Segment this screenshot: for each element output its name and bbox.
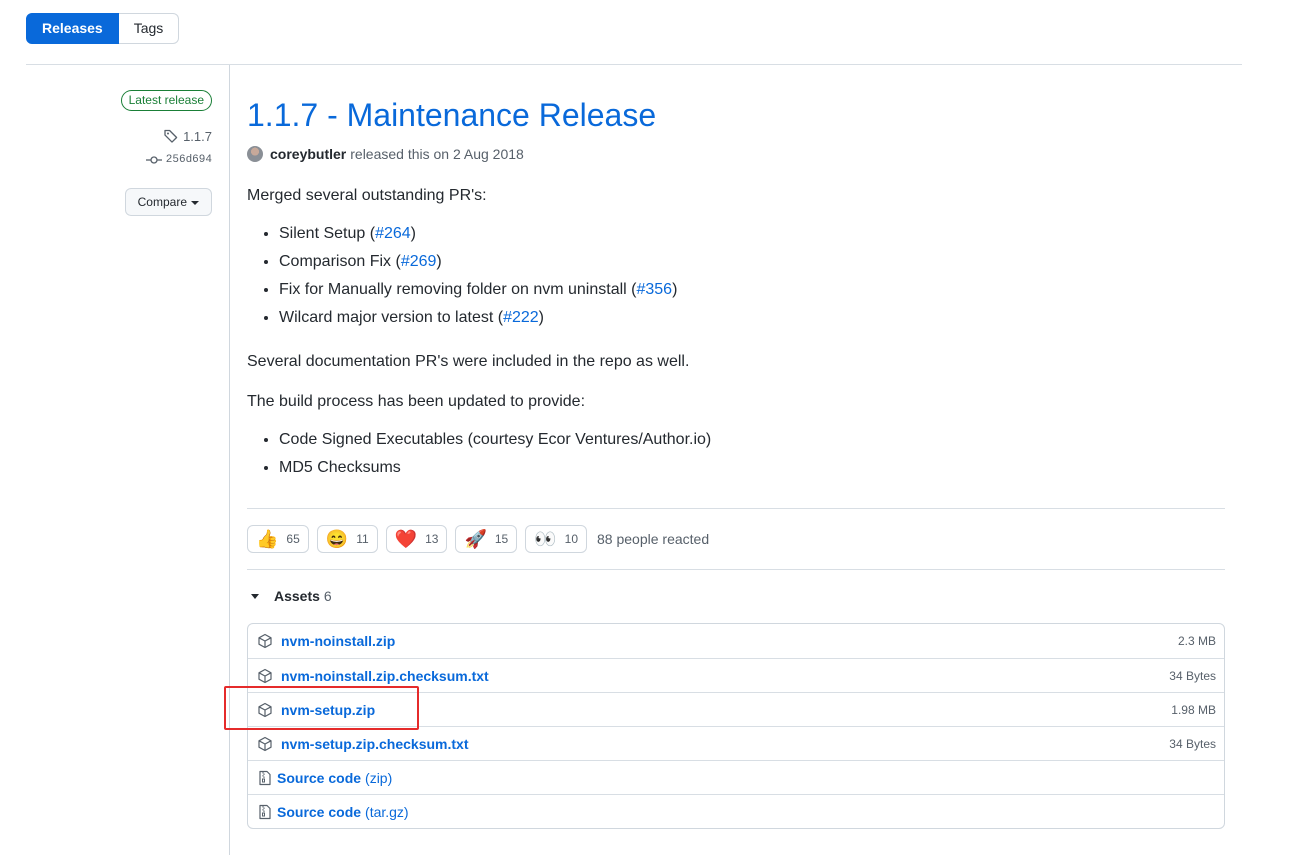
assets-list: nvm-noinstall.zip 2.3 MB nvm-noinstall.z… bbox=[247, 623, 1225, 829]
list-item: Silent Setup (#264) bbox=[279, 222, 1225, 250]
file-zip-icon bbox=[259, 804, 271, 819]
release-notes: Merged several outstanding PR's: Silent … bbox=[247, 184, 1225, 484]
pr-text: Wilcard major version to latest bbox=[279, 309, 494, 326]
asset-size: 1.98 MB bbox=[1171, 702, 1216, 717]
reaction-count: 65 bbox=[286, 532, 300, 546]
reaction-count: 13 bbox=[425, 532, 439, 546]
reaction-rocket[interactable]: 🚀 15 bbox=[455, 525, 518, 553]
pr-link[interactable]: #264 bbox=[375, 225, 411, 242]
table-row: Source code (zip) bbox=[248, 760, 1224, 794]
pr-text: Fix for Manually removing folder on nvm … bbox=[279, 281, 627, 298]
compare-button[interactable]: Compare bbox=[124, 188, 212, 216]
reaction-count: 15 bbox=[494, 532, 509, 546]
header-divider bbox=[26, 64, 1242, 65]
assets-toggle[interactable]: Assets 6 bbox=[247, 588, 332, 604]
reaction-eyes[interactable]: 👀 10 bbox=[525, 525, 588, 553]
table-row: nvm-setup.zip 1.98 MB bbox=[248, 692, 1224, 726]
reaction-thumbs-up[interactable]: 👍 65 bbox=[247, 525, 309, 553]
pr-text: Comparison Fix bbox=[279, 253, 392, 270]
release-byline: coreybutler released this on 2 Aug 2018 bbox=[247, 144, 1225, 164]
tag-label: 1.1.7 bbox=[183, 128, 212, 144]
eyes-icon: 👀 bbox=[534, 529, 557, 549]
reaction-laugh[interactable]: 😄 11 bbox=[316, 525, 378, 553]
asset-size: 34 Bytes bbox=[1169, 668, 1216, 683]
caret-down-icon bbox=[191, 200, 199, 205]
commit-sha: 256d694 bbox=[165, 154, 212, 166]
triangle-down-icon bbox=[251, 593, 259, 599]
package-icon bbox=[258, 736, 272, 751]
pr-text: Silent Setup bbox=[279, 225, 366, 242]
thumbs-up-icon: 👍 bbox=[256, 529, 279, 549]
reactions-bar: 👍 65 😄 11 ❤️ 13 🚀 15 👀 10 88 people reacted bbox=[247, 508, 1225, 570]
notes-intro: Merged several outstanding PR's: bbox=[247, 187, 487, 204]
release-title[interactable]: 1.1.7 - Maintenance Release bbox=[247, 97, 656, 133]
reaction-count: 10 bbox=[564, 532, 579, 546]
heart-icon: ❤️ bbox=[394, 529, 418, 549]
table-row: Source code (tar.gz) bbox=[248, 794, 1224, 828]
author-link[interactable]: coreybutler bbox=[270, 146, 346, 162]
asset-name: Source code bbox=[277, 803, 362, 820]
release-subnav: Releases Tags bbox=[26, 13, 180, 44]
tag-icon bbox=[164, 129, 178, 143]
timeline-divider bbox=[229, 65, 230, 855]
asset-link[interactable]: nvm-setup.zip bbox=[281, 702, 375, 718]
asset-link[interactable]: Source code (zip) bbox=[277, 770, 392, 786]
list-item: Code Signed Executables (courtesy Ecor V… bbox=[279, 428, 1225, 456]
rocket-icon: 🚀 bbox=[464, 529, 487, 549]
asset-link[interactable]: nvm-noinstall.zip.checksum.txt bbox=[281, 668, 489, 684]
pr-link[interactable]: #222 bbox=[503, 309, 539, 326]
table-row: nvm-noinstall.zip.checksum.txt 34 Bytes bbox=[248, 658, 1224, 692]
table-row: nvm-noinstall.zip 2.3 MB bbox=[248, 624, 1224, 658]
asset-size: 34 Bytes bbox=[1169, 736, 1216, 751]
package-icon bbox=[258, 633, 272, 649]
tab-tags[interactable]: Tags bbox=[118, 13, 180, 44]
release-main: 1.1.7 - Maintenance Release coreybutler … bbox=[247, 94, 1225, 829]
pr-list: Silent Setup (#264) Comparison Fix (#269… bbox=[279, 222, 1225, 334]
build-intro: The build process has been updated to pr… bbox=[247, 393, 586, 410]
list-item: Fix for Manually removing folder on nvm … bbox=[279, 278, 1225, 306]
commit-link[interactable]: 256d694 bbox=[145, 154, 212, 166]
asset-link[interactable]: Source code (tar.gz) bbox=[277, 804, 409, 820]
reaction-heart[interactable]: ❤️ 13 bbox=[385, 525, 448, 553]
asset-size: 2.3 MB bbox=[1177, 634, 1216, 648]
assets-count: 6 bbox=[323, 588, 332, 604]
pr-link[interactable]: #269 bbox=[401, 253, 437, 270]
laugh-icon: 😄 bbox=[325, 529, 349, 549]
docs-note: Several documentation PR's were included… bbox=[247, 353, 690, 370]
latest-release-badge: Latest release bbox=[120, 90, 212, 111]
reaction-count: 11 bbox=[356, 532, 369, 546]
release-date-text: released this on 2 Aug 2018 bbox=[350, 146, 524, 162]
asset-link[interactable]: nvm-setup.zip.checksum.txt bbox=[281, 736, 469, 752]
package-icon bbox=[258, 668, 272, 683]
avatar[interactable] bbox=[247, 146, 263, 162]
asset-name: Source code bbox=[277, 769, 362, 786]
tab-releases[interactable]: Releases bbox=[26, 13, 119, 44]
commit-icon bbox=[145, 156, 162, 164]
file-zip-icon bbox=[259, 770, 271, 785]
asset-link[interactable]: nvm-noinstall.zip bbox=[281, 633, 395, 649]
tag-link[interactable]: 1.1.7 bbox=[163, 128, 212, 144]
list-item: Wilcard major version to latest (#222) bbox=[279, 306, 1225, 334]
asset-suffix: (tar.gz) bbox=[365, 803, 409, 820]
asset-suffix: (zip) bbox=[365, 769, 393, 786]
list-item: MD5 Checksums bbox=[279, 456, 1225, 484]
compare-label: Compare bbox=[137, 195, 187, 209]
package-icon bbox=[258, 702, 272, 717]
assets-label: Assets bbox=[274, 588, 320, 604]
pr-link[interactable]: #356 bbox=[636, 281, 672, 298]
table-row: nvm-setup.zip.checksum.txt 34 Bytes bbox=[248, 726, 1224, 760]
list-item: Comparison Fix (#269) bbox=[279, 250, 1225, 278]
build-list: Code Signed Executables (courtesy Ecor V… bbox=[279, 428, 1225, 484]
reactions-summary[interactable]: 88 people reacted bbox=[597, 531, 709, 547]
